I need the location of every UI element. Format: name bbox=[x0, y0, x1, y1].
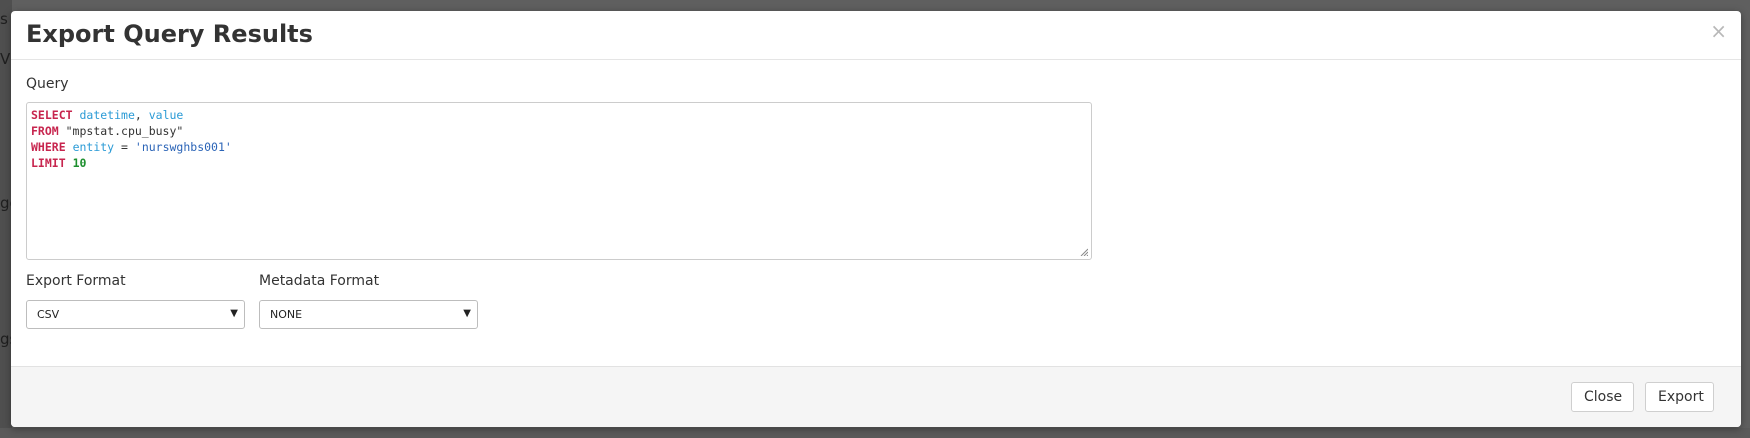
query-token: "mpstat.cpu_busy" bbox=[58, 124, 184, 138]
page-backdrop-bottom bbox=[0, 428, 1750, 438]
query-token: SELECT bbox=[31, 108, 73, 122]
query-token bbox=[66, 156, 73, 170]
query-token: 'nurswghbs001' bbox=[134, 140, 232, 154]
close-button[interactable]: Close bbox=[1571, 382, 1634, 412]
chevron-down-icon: ▼ bbox=[463, 308, 471, 319]
query-token: 10 bbox=[72, 156, 87, 170]
query-label: Query bbox=[26, 76, 69, 92]
metadata-format-select[interactable]: NONE ▼ bbox=[259, 300, 478, 329]
export-format-value: CSV bbox=[37, 308, 60, 321]
query-token: WHERE bbox=[31, 140, 66, 154]
dialog-body: Query SELECT datetime, value FROM "mpstat… bbox=[11, 60, 1741, 365]
background-fragment: s bbox=[0, 10, 8, 28]
chevron-down-icon: ▼ bbox=[230, 308, 238, 319]
dialog-footer: Close Export bbox=[11, 366, 1741, 427]
query-code: SELECT datetime, value FROM "mpstat.cpu_b… bbox=[31, 107, 1087, 171]
query-token: , bbox=[134, 108, 149, 122]
query-token: entity bbox=[72, 140, 115, 154]
query-line: LIMIT 10 bbox=[31, 155, 1087, 171]
query-line: FROM "mpstat.cpu_busy" bbox=[31, 123, 1087, 139]
dialog-header: Export Query Results × bbox=[11, 11, 1741, 60]
query-token: FROM bbox=[31, 124, 59, 138]
query-line: SELECT datetime, value bbox=[31, 107, 1087, 123]
resize-handle-icon[interactable] bbox=[1080, 248, 1088, 256]
metadata-format-label: Metadata Format bbox=[259, 273, 380, 289]
dialog-title: Export Query Results bbox=[26, 20, 313, 48]
query-token: LIMIT bbox=[31, 156, 66, 170]
export-button[interactable]: Export bbox=[1645, 382, 1714, 412]
query-token: value bbox=[148, 108, 184, 122]
query-token: datetime bbox=[79, 108, 135, 122]
close-icon[interactable]: × bbox=[1710, 21, 1727, 41]
query-token: = bbox=[114, 140, 135, 154]
query-line: WHERE entity = 'nurswghbs001' bbox=[31, 139, 1087, 155]
metadata-format-value: NONE bbox=[270, 308, 303, 321]
export-format-label: Export Format bbox=[26, 273, 126, 289]
background-fragment: V bbox=[0, 50, 11, 68]
query-textarea[interactable]: SELECT datetime, value FROM "mpstat.cpu_b… bbox=[26, 102, 1092, 260]
export-format-select[interactable]: CSV ▼ bbox=[26, 300, 245, 329]
export-query-dialog: Export Query Results × Query SELECT date… bbox=[11, 11, 1741, 427]
query-token bbox=[66, 140, 73, 154]
